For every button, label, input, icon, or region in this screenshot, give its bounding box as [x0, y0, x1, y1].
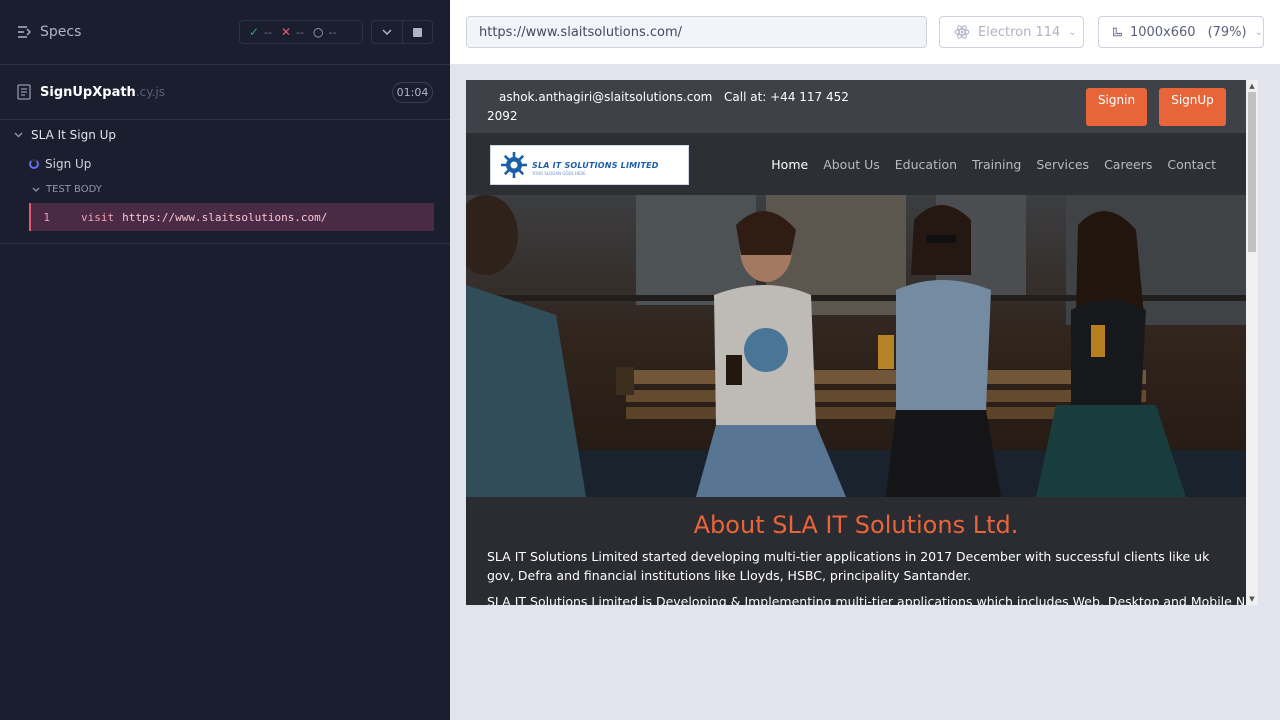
scrollbar-thumb[interactable] — [1248, 92, 1256, 252]
site-navbar: SLA IT SOLUTIONS LIMITED YOUR SLOGAN GOE… — [466, 133, 1246, 195]
signin-button[interactable]: Signin — [1086, 88, 1147, 126]
site-phone: Call at: +44 117 452 — [724, 90, 849, 104]
divider — [0, 243, 450, 244]
check-icon: ✓ — [249, 25, 260, 39]
test-title-row[interactable]: Sign Up — [29, 157, 91, 171]
aut-header: https://www.slaitsolutions.com/ Electron… — [450, 0, 1280, 64]
about-paragraph-1: SLA IT Solutions Limited started develop… — [487, 549, 1210, 583]
test-stats: ✓ -- ✕ -- ○ -- — [239, 20, 363, 44]
specs-label: Specs — [40, 24, 82, 40]
aut-iframe: ashok.anthagiri@slaitsolutions.com Call … — [466, 80, 1258, 605]
spec-name-text: SignUpXpath — [40, 85, 136, 100]
suite-title: SLA It Sign Up — [31, 128, 117, 142]
scroll-up-arrow-icon[interactable]: ▲ — [1246, 80, 1258, 90]
command-row[interactable]: 1 visit https://www.slaitsolutions.com/ — [29, 203, 434, 231]
site-contact-bar: ashok.anthagiri@slaitsolutions.com Call … — [466, 80, 1246, 133]
spec-file-header: SignUpXpath.cy.js 01:04 — [0, 65, 450, 120]
url-bar[interactable]: https://www.slaitsolutions.com/ — [466, 16, 927, 48]
chevron-down-icon — [382, 29, 392, 35]
spec-ext-text: .cy.js — [135, 85, 166, 99]
passed-count: -- — [264, 25, 273, 39]
chevron-down-icon: ⌄ — [1254, 26, 1263, 38]
viewport-selector[interactable]: 1000x660 (79%) ⌄ — [1098, 16, 1264, 48]
specs-button[interactable]: Specs — [17, 24, 81, 40]
viewport-scale: (79%) — [1207, 24, 1247, 40]
nav-contact[interactable]: Contact — [1167, 157, 1216, 172]
chevron-down-icon: ⌄ — [1068, 26, 1077, 38]
about-paragraph-2: SLA IT Solutions Limited is Developing &… — [487, 594, 1258, 605]
browser-selector[interactable]: Electron 114 ⌄ — [939, 16, 1084, 48]
command-message: https://www.slaitsolutions.com/ — [122, 210, 328, 224]
nav-services[interactable]: Services — [1036, 157, 1089, 172]
stop-icon — [412, 27, 422, 37]
signup-button[interactable]: SignUp — [1159, 88, 1226, 126]
pending-stat: ○ -- — [313, 25, 336, 39]
specs-menu-icon — [18, 26, 31, 38]
pending-ring-icon: ○ — [313, 25, 324, 39]
browser-name: Electron 114 — [978, 24, 1061, 40]
nav-links: Home About Us Education Training Service… — [771, 157, 1216, 172]
failed-count: -- — [296, 25, 305, 39]
viewport-size: 1000x660 — [1129, 24, 1196, 40]
about-section: About SLA IT Solutions Ltd. SLA IT Solut… — [466, 497, 1258, 605]
reporter-panel: Specs ✓ -- ✕ -- ○ -- SignUpXpath.cy.js 01:0… — [0, 0, 450, 720]
scroll-down-arrow-icon[interactable]: ▼ — [1246, 595, 1258, 605]
site-phone-tail: 2092 — [487, 109, 518, 123]
running-spinner-icon — [29, 159, 39, 169]
passed-stat: ✓ -- — [249, 25, 272, 39]
command-number: 1 — [43, 210, 50, 224]
suite-title-row[interactable]: SLA It Sign Up — [14, 128, 116, 142]
hero-image — [466, 195, 1246, 497]
pending-count: -- — [328, 25, 337, 39]
logo-slogan: YOUR SLOGAN GOES HERE — [532, 171, 586, 176]
nav-home[interactable]: Home — [771, 157, 808, 172]
url-text: https://www.slaitsolutions.com/ — [479, 24, 683, 40]
collapse-toggle-button[interactable] — [372, 21, 403, 43]
aut-scrollbar[interactable]: ▲ ▼ — [1246, 80, 1258, 605]
test-body-header[interactable]: TEST BODY — [32, 184, 102, 195]
hero-photo — [466, 195, 1246, 497]
run-controls — [371, 20, 433, 44]
test-title: Sign Up — [45, 157, 92, 171]
site-email[interactable]: ashok.anthagiri@slaitsolutions.com — [499, 90, 712, 104]
about-heading: About SLA IT Solutions Ltd. — [693, 511, 1019, 539]
nav-careers[interactable]: Careers — [1104, 157, 1152, 172]
logo-text: SLA IT SOLUTIONS LIMITED — [532, 160, 659, 170]
failed-stat: ✕ -- — [281, 25, 304, 39]
chevron-down-icon — [14, 132, 23, 138]
nav-training[interactable]: Training — [972, 157, 1021, 172]
test-body-label: TEST BODY — [46, 184, 102, 195]
nav-education[interactable]: Education — [895, 157, 957, 172]
gear-logo-icon — [501, 152, 527, 178]
reporter-header: Specs ✓ -- ✕ -- ○ -- — [0, 0, 450, 65]
command-name: visit — [81, 210, 115, 224]
spec-file-name[interactable]: SignUpXpath.cy.js — [40, 85, 165, 100]
document-icon — [17, 84, 31, 100]
x-icon: ✕ — [281, 25, 292, 39]
duration-badge: 01:04 — [392, 82, 433, 103]
electron-icon — [954, 25, 970, 39]
ruler-icon — [1113, 27, 1122, 37]
site-logo[interactable]: SLA IT SOLUTIONS LIMITED YOUR SLOGAN GOE… — [490, 145, 689, 185]
nav-about-us[interactable]: About Us — [823, 157, 880, 172]
chevron-down-icon — [32, 187, 40, 192]
stop-button[interactable] — [403, 21, 433, 43]
